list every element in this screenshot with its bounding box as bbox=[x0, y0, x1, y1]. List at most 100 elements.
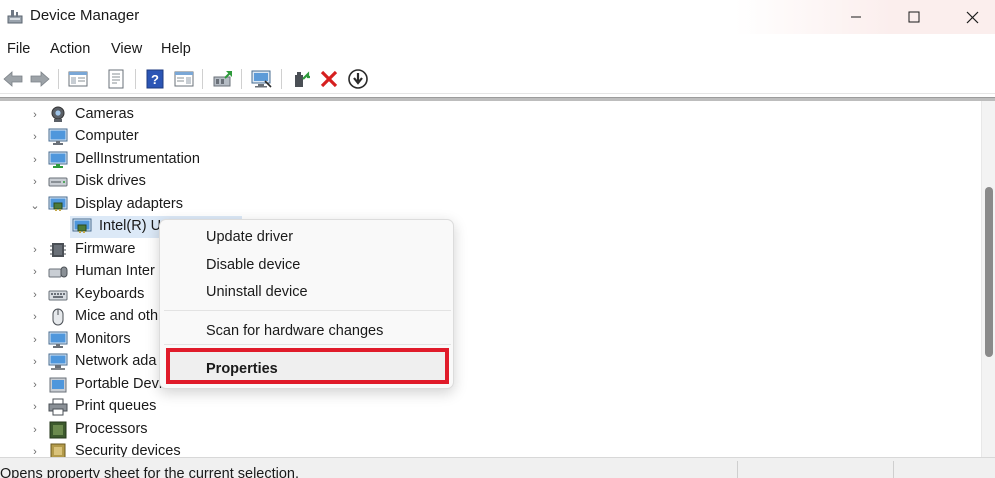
menu-view[interactable]: View bbox=[111, 41, 142, 57]
device-manager-icon bbox=[7, 10, 23, 24]
tree-item-security-devices[interactable]: › Security devices bbox=[0, 441, 400, 457]
chevron-right-icon[interactable]: › bbox=[29, 333, 41, 347]
close-button[interactable] bbox=[949, 0, 995, 34]
menu-item-scan-hardware[interactable]: Scan for hardware changes bbox=[206, 323, 383, 339]
menu-divider bbox=[164, 310, 451, 311]
tree-item-label: Security devices bbox=[75, 443, 181, 457]
tree-item-label: Mice and oth bbox=[75, 308, 159, 324]
scan-hardware-button[interactable] bbox=[251, 68, 273, 90]
tree-item-processors[interactable]: › Processors bbox=[0, 419, 400, 441]
vertical-scrollbar[interactable] bbox=[981, 101, 995, 457]
maximize-icon bbox=[908, 11, 920, 23]
menu-action[interactable]: Action bbox=[50, 41, 90, 57]
menu-bar: File Action View Help bbox=[0, 38, 995, 62]
menu-item-disable-device[interactable]: Disable device bbox=[206, 257, 300, 273]
title-bar: Device Manager bbox=[0, 0, 995, 34]
mouse-icon bbox=[52, 308, 64, 326]
console-tree-button[interactable] bbox=[67, 68, 89, 90]
tree-item-label: Intel(R) U bbox=[99, 218, 162, 234]
chevron-right-icon[interactable]: › bbox=[29, 265, 41, 279]
portable-device-icon bbox=[49, 377, 67, 393]
chevron-right-icon[interactable]: › bbox=[29, 243, 41, 257]
minimize-button[interactable] bbox=[833, 0, 879, 34]
keyboard-icon bbox=[48, 290, 68, 301]
tree-item-label: DellInstrumentation bbox=[75, 151, 200, 167]
maximize-button[interactable] bbox=[891, 0, 937, 34]
chevron-right-icon[interactable]: › bbox=[29, 310, 41, 324]
tree-item-display-adapters[interactable]: ⌄ Display adapters bbox=[0, 194, 400, 216]
device-manager-window: Device Manager File Action View Help ? ›… bbox=[0, 0, 995, 478]
menu-item-uninstall-device[interactable]: Uninstall device bbox=[206, 284, 308, 300]
close-icon bbox=[966, 11, 978, 23]
chevron-right-icon[interactable]: › bbox=[29, 130, 41, 144]
chevron-right-icon[interactable]: › bbox=[29, 175, 41, 189]
context-menu: Update driver Disable device Uninstall d… bbox=[159, 219, 454, 389]
hid-icon bbox=[48, 266, 68, 278]
uninstall-device-button[interactable] bbox=[318, 68, 340, 90]
toolbar-separator bbox=[241, 69, 242, 89]
chevron-right-icon[interactable]: › bbox=[29, 108, 41, 122]
disk-drive-icon bbox=[48, 177, 68, 187]
update-driver-button[interactable] bbox=[212, 68, 234, 90]
firmware-icon bbox=[50, 243, 66, 257]
menu-divider bbox=[164, 344, 451, 345]
enable-device-icon bbox=[295, 71, 310, 87]
chevron-down-icon[interactable]: ⌄ bbox=[29, 198, 41, 212]
chevron-right-icon[interactable]: › bbox=[29, 355, 41, 369]
help-icon: ? bbox=[146, 69, 164, 89]
display-adapter-icon bbox=[48, 196, 68, 211]
disable-device-button[interactable] bbox=[347, 68, 369, 90]
status-pane-separator bbox=[893, 461, 894, 478]
chevron-right-icon[interactable]: › bbox=[29, 445, 41, 457]
menu-item-properties[interactable]: Properties bbox=[206, 361, 278, 377]
menu-file[interactable]: File bbox=[7, 41, 30, 57]
status-bar: Opens property sheet for the current sel… bbox=[0, 457, 995, 478]
chevron-right-icon[interactable]: › bbox=[29, 378, 41, 392]
action-pane-button[interactable] bbox=[173, 68, 195, 90]
camera-icon bbox=[51, 106, 65, 122]
tree-item-label: Computer bbox=[75, 128, 139, 144]
display-adapter-icon bbox=[72, 218, 92, 233]
properties-toolbar-button[interactable] bbox=[105, 68, 127, 90]
toolbar-separator bbox=[58, 69, 59, 89]
tree-item-label: Keyboards bbox=[75, 286, 145, 302]
chevron-right-icon[interactable]: › bbox=[29, 288, 41, 302]
toolbar: ? bbox=[0, 64, 995, 94]
tree-item-cameras[interactable]: › Cameras bbox=[0, 104, 400, 126]
tree-item-print-queues[interactable]: › Print queues bbox=[0, 396, 400, 418]
help-button[interactable]: ? bbox=[144, 68, 166, 90]
status-text: Opens property sheet for the current sel… bbox=[0, 466, 300, 478]
chevron-right-icon[interactable]: › bbox=[29, 400, 41, 414]
computer-monitor-icon bbox=[48, 128, 68, 145]
show-hide-console-tree-icon bbox=[68, 71, 88, 87]
tree-item-computer[interactable]: › Computer bbox=[0, 126, 400, 148]
tree-item-label: Print queues bbox=[75, 398, 157, 414]
tree-item-label: Processors bbox=[75, 421, 148, 437]
chevron-right-icon[interactable]: › bbox=[29, 153, 41, 167]
forward-button[interactable] bbox=[29, 68, 51, 90]
tree-item-disk-drives[interactable]: › Disk drives bbox=[0, 171, 400, 193]
computer-monitor-icon bbox=[48, 151, 68, 168]
update-driver-icon bbox=[213, 71, 232, 87]
device-tree: › Cameras › Computer › DellInstrumentati… bbox=[0, 101, 981, 457]
scan-hardware-icon bbox=[251, 70, 272, 88]
processor-icon bbox=[49, 421, 67, 439]
printer-icon bbox=[48, 398, 68, 416]
menu-help[interactable]: Help bbox=[161, 41, 191, 57]
back-button[interactable] bbox=[2, 68, 24, 90]
enable-device-button[interactable] bbox=[290, 68, 312, 90]
tree-item-label: Disk drives bbox=[75, 173, 146, 189]
toolbar-separator bbox=[135, 69, 136, 89]
tree-item-label: Human Inter bbox=[75, 263, 155, 279]
svg-text:?: ? bbox=[151, 72, 159, 87]
disable-device-icon bbox=[348, 69, 368, 89]
menu-item-update-driver[interactable]: Update driver bbox=[206, 229, 293, 245]
tree-item-label: Network ada bbox=[75, 353, 157, 369]
chevron-right-icon[interactable]: › bbox=[29, 423, 41, 437]
tree-item-dellinstrumentation[interactable]: › DellInstrumentation bbox=[0, 149, 400, 171]
scrollbar-thumb[interactable] bbox=[985, 187, 993, 357]
status-pane-separator bbox=[737, 461, 738, 478]
action-pane-icon bbox=[174, 71, 194, 87]
tree-item-label: Firmware bbox=[75, 241, 136, 257]
back-arrow-icon bbox=[3, 71, 23, 87]
